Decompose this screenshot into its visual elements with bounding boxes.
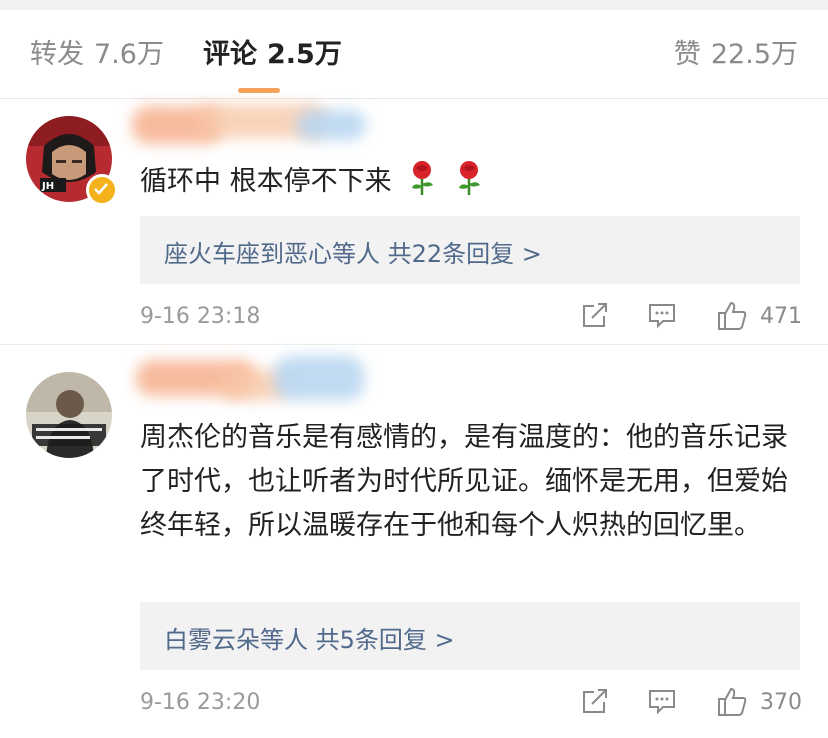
- rose-icon: [412, 161, 434, 195]
- tab-repost-count: 7.6万: [94, 39, 164, 70]
- tab-like-count: 22.5万: [710, 39, 798, 70]
- comment-text: 循环中 根本停不下来: [140, 160, 740, 204]
- comment-icon[interactable]: [647, 300, 677, 334]
- reply-summary-text[interactable]: 座火车座到恶心等人 共22条回复 >: [164, 234, 542, 269]
- avatar[interactable]: [26, 372, 112, 458]
- comment-meta: 9-16 23:18 471: [140, 298, 802, 338]
- like-icon[interactable]: [716, 300, 748, 336]
- like-count: 370: [760, 690, 802, 715]
- tab-comment-label: 评论: [203, 39, 257, 70]
- verified-badge: [86, 174, 118, 206]
- reply-summary[interactable]: 白雾云朵等人 共5条回复 >: [140, 602, 800, 670]
- comment-icon[interactable]: [647, 686, 677, 720]
- tab-like[interactable]: 赞 22.5万: [674, 32, 798, 71]
- reply-summary[interactable]: 座火车座到恶心等人 共22条回复 >: [140, 216, 800, 284]
- comment-meta: 9-16 23:20 370: [140, 684, 802, 724]
- share-icon[interactable]: [580, 686, 610, 720]
- tab-bar: 转发 7.6万 评论 2.5万 赞 22.5万: [0, 10, 828, 99]
- svg-text:JH: JH: [41, 181, 54, 192]
- divider: [0, 344, 828, 345]
- tab-comment[interactable]: 评论 2.5万: [203, 32, 342, 71]
- tab-repost[interactable]: 转发 7.6万: [30, 32, 164, 71]
- like-count: 471: [760, 304, 802, 329]
- comment-text-body: 周杰伦的音乐是有感情的，是有温度的：他的音乐记录了时代，也让听者为时代所见证。缅…: [140, 422, 788, 541]
- active-tab-indicator: [238, 88, 280, 93]
- timestamp: 9-16 23:18: [140, 304, 261, 329]
- top-strip: [0, 0, 828, 10]
- comment-text: 周杰伦的音乐是有感情的，是有温度的：他的音乐记录了时代，也让听者为时代所见证。缅…: [140, 416, 808, 548]
- reply-summary-text[interactable]: 白雾云朵等人 共5条回复 >: [164, 620, 455, 655]
- share-icon[interactable]: [580, 300, 610, 334]
- tab-comment-count: 2.5万: [267, 39, 342, 70]
- like-icon[interactable]: [716, 686, 748, 722]
- tab-like-label: 赞: [673, 39, 701, 70]
- tab-repost-label: 转发: [30, 39, 84, 70]
- comment-text-body: 循环中 根本停不下来: [140, 166, 392, 197]
- rose-icon: [458, 161, 480, 195]
- timestamp: 9-16 23:20: [140, 690, 261, 715]
